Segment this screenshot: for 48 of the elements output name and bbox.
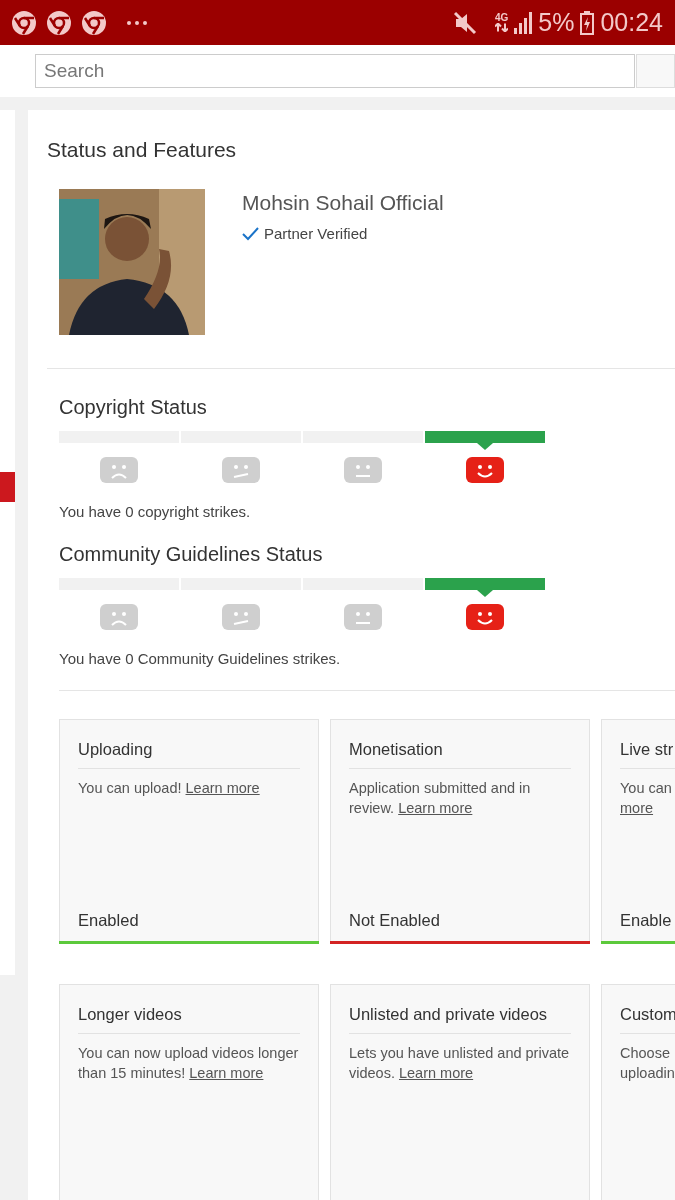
feature-title: Unlisted and private videos — [349, 1005, 571, 1034]
feature-description: You can upload! Learn more — [78, 779, 261, 798]
mute-icon — [452, 10, 477, 35]
feature-title: Live str — [620, 740, 675, 769]
search-field[interactable]: Search — [35, 54, 636, 88]
feature-status: Enabled — [78, 911, 140, 931]
learn-more-link[interactable]: Learn more — [399, 1065, 474, 1081]
learn-more-link[interactable]: Learn more — [189, 1065, 264, 1081]
verified-label: Partner Verified — [264, 225, 368, 242]
neutral-face-icon — [344, 604, 382, 630]
network-type: 4G — [494, 13, 509, 23]
neutral-face-icon — [344, 457, 382, 483]
clock: 00:24 — [600, 8, 663, 37]
battery-percent: 5% — [538, 8, 575, 37]
happy-face-icon — [466, 604, 504, 630]
strike-message: You have 0 Community Guidelines strikes. — [59, 650, 342, 667]
more-icon — [125, 18, 149, 27]
feature-description: Lets you have unlisted and private videos. Learn more — [349, 1044, 571, 1083]
sad-face-icon — [100, 604, 138, 630]
feature-description: Choose uploadin — [620, 1044, 675, 1083]
check-icon — [242, 226, 259, 241]
browser-icon[interactable] — [82, 10, 106, 35]
sad-face-icon — [100, 457, 138, 483]
panel-title: Status and Features — [47, 138, 238, 162]
feature-status: Not Enabled — [349, 911, 441, 931]
meter-title: Copyright Status — [59, 396, 208, 419]
browser-icon[interactable] — [47, 10, 71, 35]
learn-more-link[interactable]: Learn more — [185, 780, 260, 796]
feature-description: Application submitted and in review. Learn more — [349, 779, 532, 818]
feature-description: You can now upload videos longer than 15 minutes! Learn more — [78, 1044, 300, 1083]
learn-more-link[interactable]: more — [620, 800, 654, 816]
happy-face-icon — [466, 457, 504, 483]
data-arrows-icon — [495, 23, 509, 32]
skeptical-face-icon — [222, 604, 260, 630]
feature-status: Enable — [620, 911, 673, 931]
feature-title: Monetisation — [349, 740, 571, 769]
learn-more-link[interactable]: Learn more — [398, 800, 473, 816]
signal-icon — [514, 11, 533, 34]
feature-description: You can more — [620, 779, 673, 818]
feature-title: Uploading — [78, 740, 300, 769]
meter-title: Community Guidelines Status — [59, 543, 324, 566]
channel-name: Mohsin Sohail Official — [242, 191, 444, 215]
strike-message: You have 0 copyright strikes. — [59, 503, 252, 520]
feature-title: Custom — [620, 1005, 675, 1034]
battery-icon — [580, 10, 595, 35]
feature-title: Longer videos — [78, 1005, 300, 1034]
skeptical-face-icon — [222, 457, 260, 483]
browser-icon[interactable] — [12, 10, 36, 35]
